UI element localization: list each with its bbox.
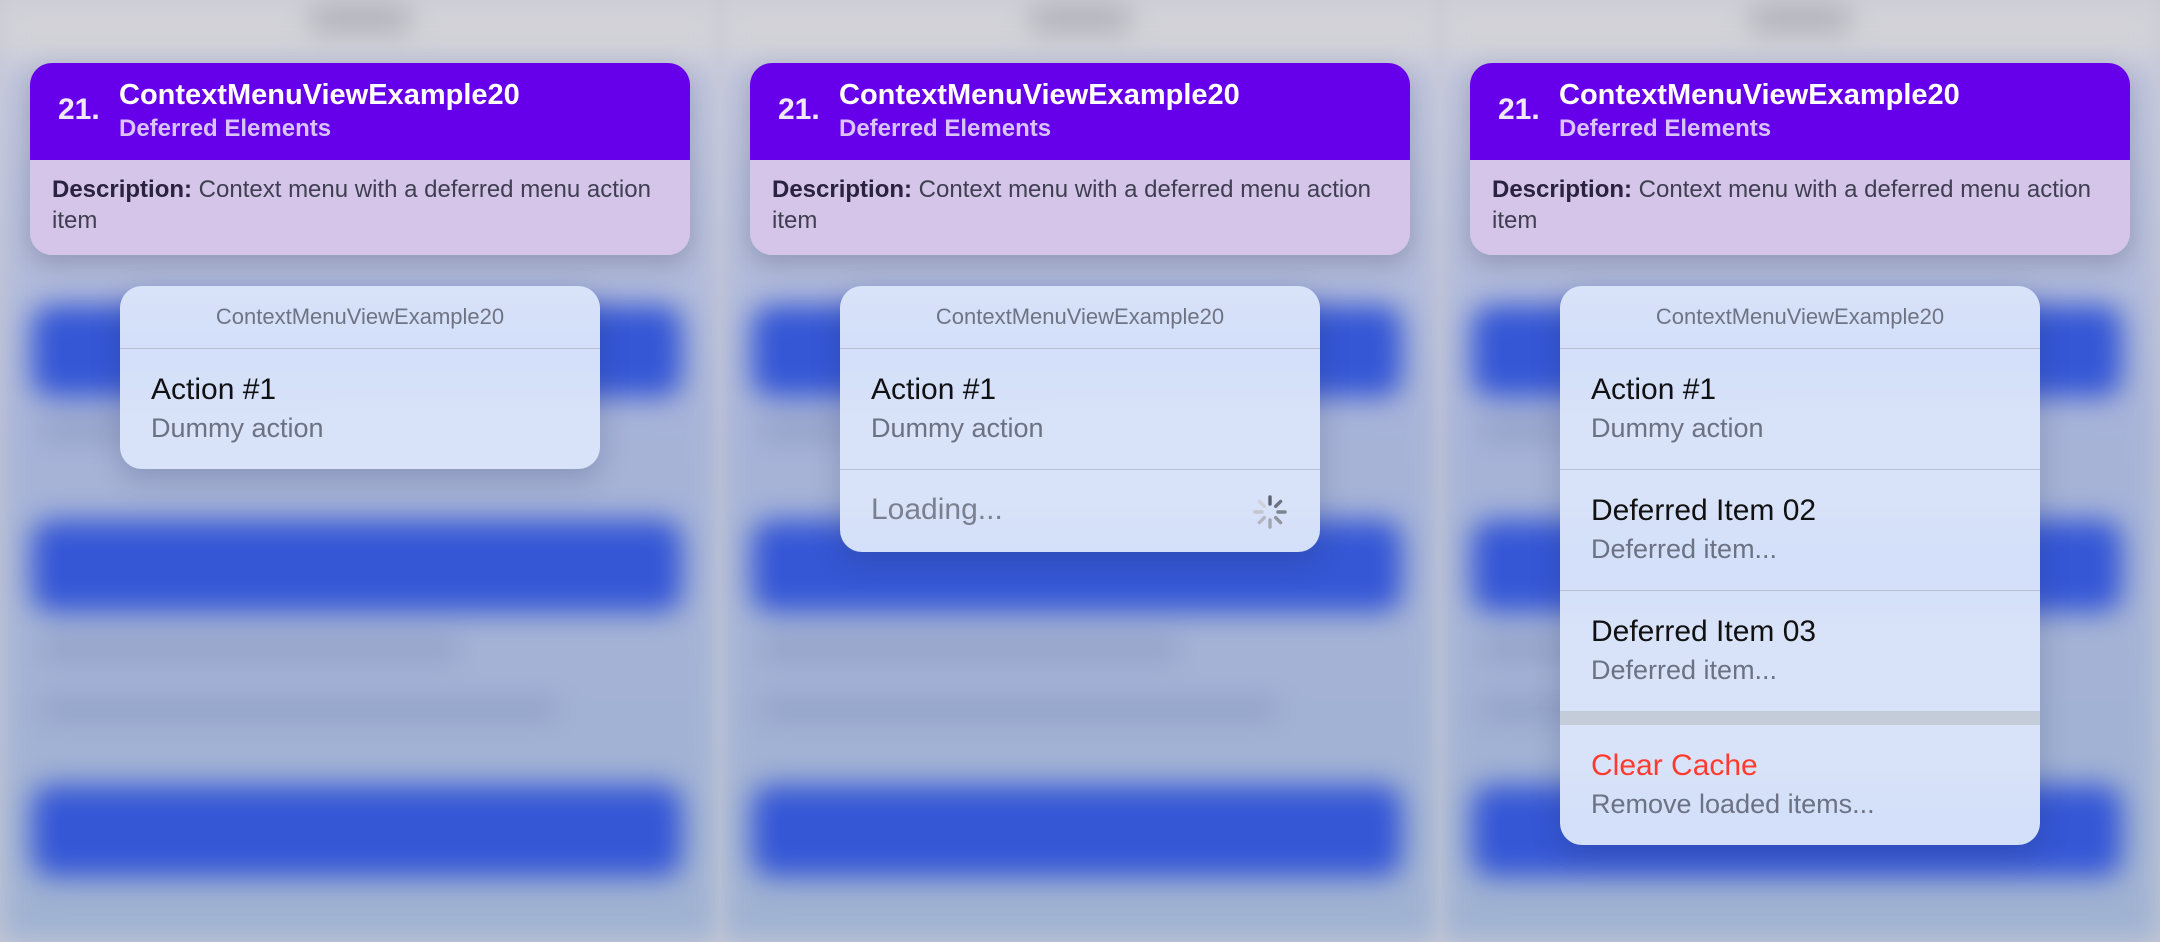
context-menu: ContextMenuViewExample20 Action #1 Dummy… (1560, 286, 2040, 845)
menu-title: ContextMenuViewExample20 (120, 286, 600, 349)
example-title: ContextMenuViewExample20 (839, 79, 1240, 111)
example-description: Description: Context menu with a deferre… (1470, 160, 2130, 255)
panel-1: 21. ContextMenuViewExample20 Deferred El… (0, 0, 720, 942)
example-subtitle: Deferred Elements (119, 115, 332, 142)
example-description: Description: Context menu with a deferre… (750, 160, 1410, 255)
description-label: Description: (1492, 176, 1633, 203)
menu-item-subtitle: Deferred item... (1591, 534, 1778, 564)
menu-item-subtitle: Dummy action (871, 413, 1044, 443)
description-label: Description: (52, 176, 193, 203)
example-header-card: 21. ContextMenuViewExample20 Deferred El… (750, 63, 1410, 255)
context-menu: ContextMenuViewExample20 Action #1 Dummy… (120, 286, 600, 469)
panel-3: 21. ContextMenuViewExample20 Deferred El… (1440, 0, 2160, 942)
menu-item-title: Deferred Item 02 (1591, 494, 1817, 527)
menu-item-title: Action #1 (871, 373, 997, 406)
example-description: Description: Context menu with a deferre… (30, 160, 690, 255)
menu-title: ContextMenuViewExample20 (1560, 286, 2040, 349)
loading-label: Loading... (871, 493, 1003, 526)
menu-item-title: Action #1 (151, 373, 277, 406)
example-header-card: 21. ContextMenuViewExample20 Deferred El… (1470, 63, 2130, 255)
example-title: ContextMenuViewExample20 (119, 79, 520, 111)
menu-item-deferred-02[interactable]: Deferred Item 02 Deferred item... (1560, 470, 2040, 591)
menu-item-title: Action #1 (1591, 373, 1717, 406)
menu-item-subtitle: Dummy action (151, 413, 324, 443)
menu-item-action-1[interactable]: Action #1 Dummy action (1560, 349, 2040, 470)
panel-2: 21. ContextMenuViewExample20 Deferred El… (720, 0, 1440, 942)
menu-item-subtitle: Remove loaded items... (1591, 789, 1875, 819)
menu-item-clear-cache[interactable]: Clear Cache Remove loaded items... (1560, 725, 2040, 845)
menu-item-title: Deferred Item 03 (1591, 615, 1817, 648)
description-label: Description: (772, 176, 913, 203)
activity-spinner-icon (1253, 495, 1287, 529)
context-menu: ContextMenuViewExample20 Action #1 Dummy… (840, 286, 1320, 552)
menu-section-separator (1560, 711, 2040, 725)
menu-item-action-1[interactable]: Action #1 Dummy action (840, 349, 1320, 470)
example-number: 21. (1498, 93, 1540, 126)
example-title: ContextMenuViewExample20 (1559, 79, 1960, 111)
menu-item-title: Clear Cache (1591, 749, 1758, 782)
menu-item-deferred-03[interactable]: Deferred Item 03 Deferred item... (1560, 591, 2040, 711)
example-number: 21. (778, 93, 820, 126)
example-header-card: 21. ContextMenuViewExample20 Deferred El… (30, 63, 690, 255)
menu-item-subtitle: Dummy action (1591, 413, 1764, 443)
example-subtitle: Deferred Elements (839, 115, 1052, 142)
menu-item-subtitle: Deferred item... (1591, 655, 1778, 685)
example-subtitle: Deferred Elements (1559, 115, 1772, 142)
menu-title: ContextMenuViewExample20 (840, 286, 1320, 349)
example-number: 21. (58, 93, 100, 126)
menu-item-loading: Loading... (840, 470, 1320, 552)
menu-item-action-1[interactable]: Action #1 Dummy action (120, 349, 600, 469)
